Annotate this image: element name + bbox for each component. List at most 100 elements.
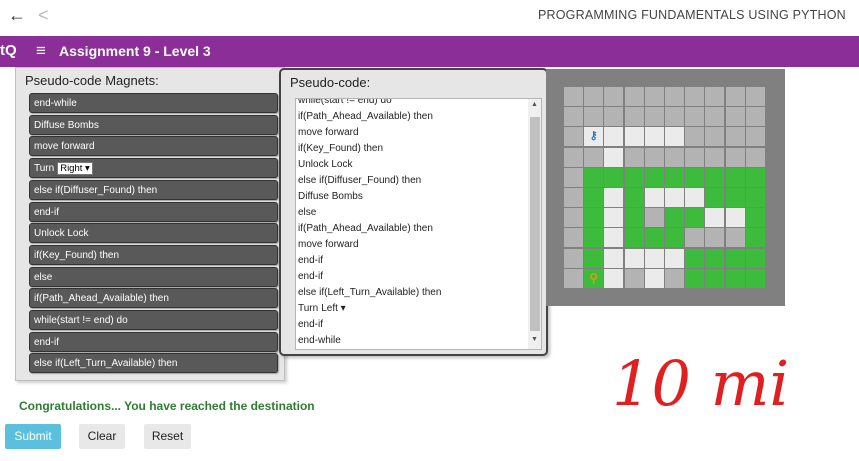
maze-wall-cell bbox=[644, 208, 664, 228]
maze-path-cell bbox=[705, 268, 725, 288]
maze-path-cell bbox=[705, 188, 725, 207]
logo-icon: tQ bbox=[0, 42, 17, 59]
hamburger-menu-icon[interactable]: ≡ bbox=[36, 41, 46, 61]
assignment-title: Assignment 9 - Level 3 bbox=[59, 43, 211, 59]
maze-wall-cell bbox=[624, 107, 644, 127]
code-line[interactable]: end-while bbox=[298, 335, 341, 347]
code-line[interactable]: if(Path_Ahead_Available) then bbox=[298, 223, 433, 235]
magnet-else[interactable]: else bbox=[29, 267, 278, 287]
maze-open-cell bbox=[685, 188, 705, 207]
maze-open-cell bbox=[644, 127, 664, 147]
maze-open-cell bbox=[604, 147, 624, 167]
magnet-while[interactable]: while(start != end) do bbox=[29, 310, 278, 330]
top-bar: ← < PROGRAMMING FUNDAMENTALS USING PYTHO… bbox=[0, 0, 859, 35]
pseudo-code-area[interactable]: while(start != end) do if(Path_Ahead_Ava… bbox=[295, 98, 542, 350]
maze-wall-cell bbox=[725, 228, 745, 248]
maze-open-cell bbox=[644, 268, 664, 288]
maze-open-cell bbox=[604, 188, 624, 207]
maze-open-cell bbox=[644, 188, 664, 207]
maze-wall-cell bbox=[564, 167, 583, 187]
maze-path-cell bbox=[624, 167, 644, 187]
forward-arrow-icon[interactable]: < bbox=[38, 6, 49, 24]
code-line[interactable]: end-if bbox=[298, 255, 323, 267]
magnet-else-if-diffuser[interactable]: else if(Diffuser_Found) then bbox=[29, 180, 278, 200]
maze-path-cell bbox=[584, 248, 604, 268]
magnet-end-if-2[interactable]: end-if bbox=[29, 332, 278, 352]
code-line[interactable]: if(Path_Ahead_Available) then bbox=[298, 111, 433, 123]
magnet-move-forward[interactable]: move forward bbox=[29, 136, 278, 156]
code-line[interactable]: Unlock Lock bbox=[298, 159, 352, 171]
maze-wall-cell bbox=[584, 87, 604, 106]
maze-wall-cell bbox=[685, 87, 705, 106]
magnet-turn-label: Turn bbox=[34, 163, 55, 174]
maze-path-cell bbox=[584, 167, 604, 187]
code-line[interactable]: move forward bbox=[298, 239, 359, 251]
maze-path-cell bbox=[705, 167, 725, 187]
code-line[interactable]: if(Key_Found) then bbox=[298, 143, 383, 155]
magnets-panel: Pseudo-code Magnets: end-while Diffuse B… bbox=[15, 67, 285, 381]
maze-wall-cell bbox=[705, 107, 725, 127]
reset-button[interactable]: Reset bbox=[144, 424, 191, 449]
pseudo-code-panel: Pseudo-code: while(start != end) do if(P… bbox=[279, 68, 548, 356]
turn-direction-select[interactable]: Left ▾ bbox=[321, 303, 346, 315]
maze-open-cell bbox=[604, 268, 624, 288]
maze-wall-cell bbox=[584, 107, 604, 127]
maze-open-cell bbox=[665, 248, 684, 268]
magnet-end-while[interactable]: end-while bbox=[29, 93, 278, 113]
maze-path-cell bbox=[685, 167, 705, 187]
magnet-else-if-left-turn[interactable]: else if(Left_Turn_Available) then bbox=[29, 353, 278, 373]
code-scrollbar[interactable]: ▲ ▼ bbox=[528, 99, 541, 349]
maze-wall-cell bbox=[564, 208, 583, 228]
maze-open-cell bbox=[604, 127, 624, 147]
maze-wall-cell bbox=[725, 87, 745, 106]
maze-path-cell bbox=[584, 208, 604, 228]
scroll-up-icon[interactable]: ▲ bbox=[531, 101, 538, 108]
maze-wall-cell bbox=[665, 147, 684, 167]
submit-button[interactable]: Submit bbox=[5, 424, 61, 449]
code-line[interactable]: move forward bbox=[298, 127, 359, 139]
maze-path-cell bbox=[745, 248, 765, 268]
maze-wall-cell bbox=[685, 107, 705, 127]
maze-path-cell bbox=[725, 167, 745, 187]
magnet-turn[interactable]: Turn Right ▾ bbox=[29, 158, 278, 178]
clear-button[interactable]: Clear bbox=[79, 424, 125, 449]
maze-wall-cell bbox=[564, 147, 583, 167]
turn-direction-select[interactable]: Right ▾ bbox=[57, 161, 93, 175]
maze-open-cell bbox=[624, 127, 644, 147]
code-line[interactable]: else bbox=[298, 207, 316, 219]
maze-wall-cell bbox=[705, 228, 725, 248]
maze-wall-cell bbox=[665, 87, 684, 106]
magnet-unlock-lock[interactable]: Unlock Lock bbox=[29, 223, 278, 243]
assignment-header: tQ ≡ Assignment 9 - Level 3 bbox=[0, 36, 859, 67]
maze-open-cell bbox=[604, 208, 624, 228]
maze-wall-cell bbox=[745, 87, 765, 106]
maze-path-cell bbox=[665, 167, 684, 187]
code-line[interactable]: else if(Left_Turn_Available) then bbox=[298, 287, 441, 299]
code-line[interactable]: else if(Diffuser_Found) then bbox=[298, 175, 421, 187]
maze-wall-cell bbox=[584, 147, 604, 167]
code-line[interactable]: while(start != end) do bbox=[298, 99, 392, 107]
magnet-end-if[interactable]: end-if bbox=[29, 202, 278, 222]
scroll-down-icon[interactable]: ▼ bbox=[531, 336, 538, 343]
code-line[interactable]: end-if bbox=[298, 319, 323, 331]
code-line-turn[interactable]: Turn Left ▾ bbox=[298, 303, 346, 315]
svg-text:10 min: 10 min bbox=[612, 347, 792, 415]
maze-path-cell bbox=[624, 188, 644, 207]
back-arrow-icon[interactable]: ← bbox=[8, 6, 26, 24]
maze-open-cell bbox=[665, 188, 684, 207]
maze-wall-cell bbox=[745, 107, 765, 127]
magnet-if-path-ahead[interactable]: if(Path_Ahead_Available) then bbox=[29, 288, 278, 308]
code-line[interactable]: Diffuse Bombs bbox=[298, 191, 363, 203]
magnet-if-key-found[interactable]: if(Key_Found) then bbox=[29, 245, 278, 265]
maze-wall-cell bbox=[725, 107, 745, 127]
code-line[interactable]: end-if bbox=[298, 271, 323, 283]
scroll-thumb[interactable] bbox=[530, 117, 540, 331]
magnet-diffuse-bombs[interactable]: Diffuse Bombs bbox=[29, 115, 278, 135]
maze-path-cell bbox=[624, 228, 644, 248]
maze-wall-cell bbox=[725, 127, 745, 147]
maze-path-cell bbox=[685, 268, 705, 288]
maze-wall-cell bbox=[564, 248, 583, 268]
maze-wall-cell bbox=[745, 127, 765, 147]
maze-path-cell bbox=[584, 228, 604, 248]
maze-open-cell bbox=[604, 248, 624, 268]
